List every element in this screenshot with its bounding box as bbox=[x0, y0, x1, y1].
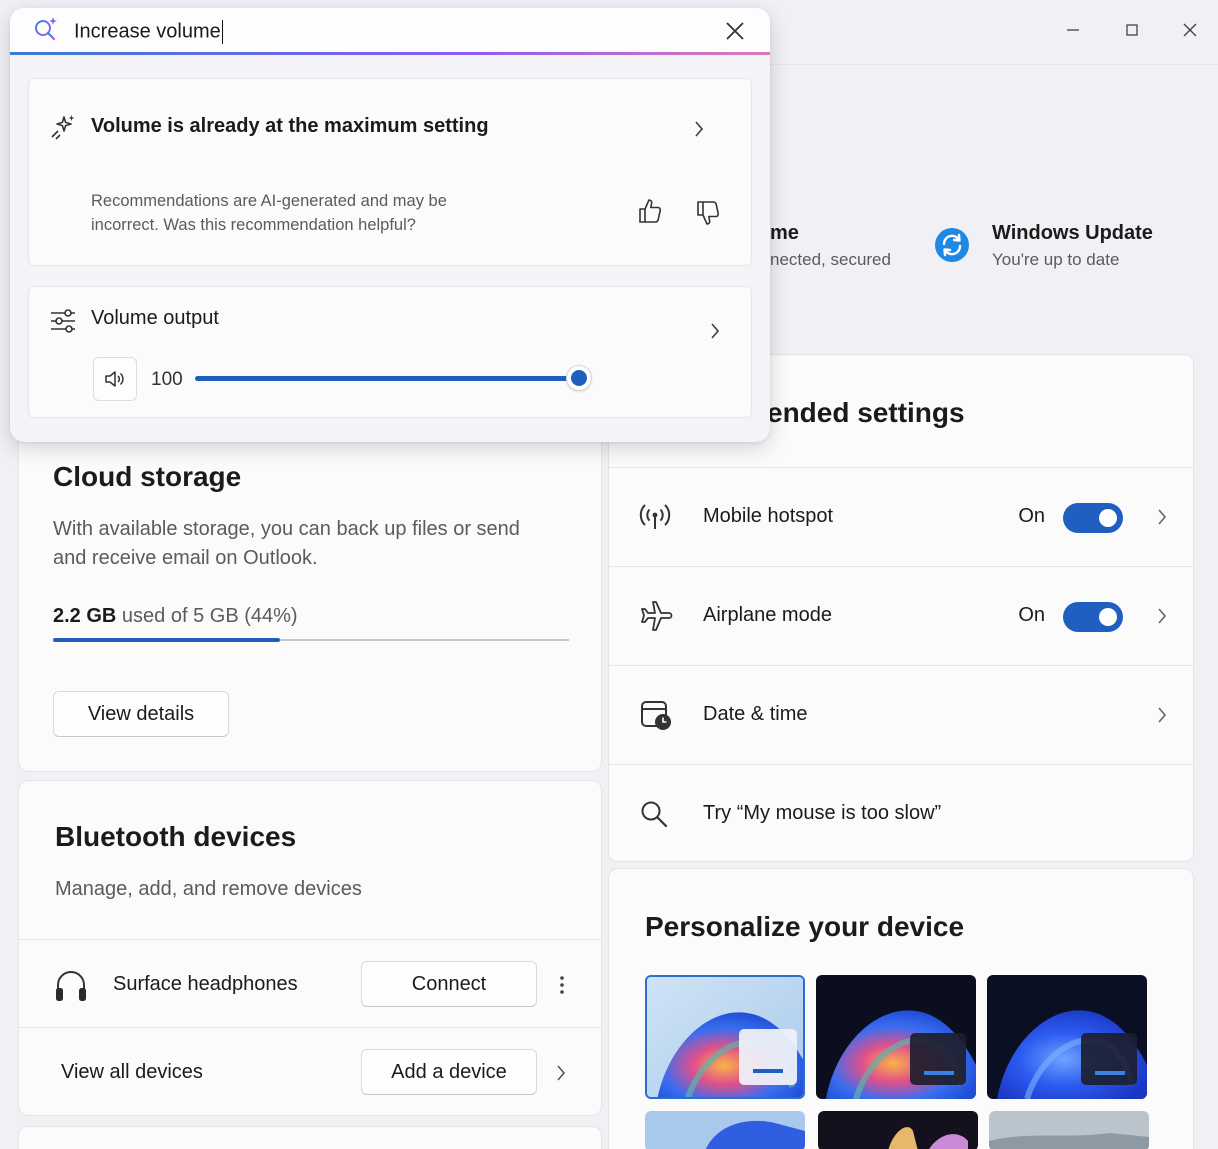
network-status-title: me bbox=[770, 222, 799, 244]
setting-row-airplane-mode[interactable]: Airplane mode On bbox=[609, 566, 1193, 664]
next-card-partial bbox=[18, 1126, 602, 1149]
setting-label: Date & time bbox=[703, 703, 808, 725]
setting-row-search-suggestion[interactable]: Try “My mouse is too slow” bbox=[609, 764, 1193, 861]
more-options-button[interactable] bbox=[553, 971, 571, 999]
mobile-hotspot-toggle[interactable] bbox=[1063, 503, 1123, 533]
personalize-card: Personalize your device bbox=[608, 868, 1194, 1149]
device-name: Surface headphones bbox=[113, 973, 298, 995]
airplane-mode-toggle[interactable] bbox=[1063, 602, 1123, 632]
toggle-state: On bbox=[1018, 505, 1045, 527]
setting-label: Airplane mode bbox=[703, 604, 832, 626]
search-popup: Increase volume Volume is already at the… bbox=[10, 8, 770, 442]
text-cursor bbox=[221, 20, 223, 44]
chevron-right-icon[interactable] bbox=[709, 321, 721, 346]
thumbs-up-icon bbox=[639, 199, 662, 223]
cloud-storage-title: Cloud storage bbox=[53, 461, 242, 492]
thumbs-up-button[interactable] bbox=[637, 197, 665, 227]
sparkle-icon bbox=[49, 113, 77, 141]
view-all-devices-link[interactable]: View all devices bbox=[61, 1061, 203, 1084]
storage-usage-text: 2.2 GB used of 5 GB (44%) bbox=[53, 605, 298, 628]
mute-button[interactable] bbox=[93, 357, 137, 401]
windows-update-sub: You're up to date bbox=[992, 250, 1120, 269]
wallpaper-thumb-5[interactable] bbox=[818, 1111, 978, 1149]
bluetooth-card: Bluetooth devices Manage, add, and remov… bbox=[18, 780, 602, 1116]
wallpaper-thumb-6[interactable] bbox=[989, 1111, 1149, 1149]
chevron-right-icon[interactable] bbox=[1157, 666, 1167, 763]
maximize-icon bbox=[1126, 24, 1138, 36]
search-icon bbox=[639, 765, 669, 861]
setting-row-date-time[interactable]: Date & time bbox=[609, 665, 1193, 763]
ai-recommendation-card[interactable]: Volume is already at the maximum setting… bbox=[28, 78, 752, 266]
thumbs-down-button[interactable] bbox=[695, 199, 723, 229]
clear-search-button[interactable] bbox=[722, 18, 748, 44]
volume-output-label: Volume output bbox=[91, 307, 219, 329]
storage-progress-fill bbox=[53, 638, 280, 642]
storage-used-amount: 2.2 GB bbox=[53, 605, 117, 627]
search-input[interactable]: Increase volume bbox=[74, 20, 223, 44]
headphones-icon bbox=[53, 967, 89, 1003]
setting-label: Mobile hotspot bbox=[703, 505, 834, 527]
setting-row-mobile-hotspot[interactable]: Mobile hotspot On bbox=[609, 467, 1193, 565]
ai-result-title: Volume is already at the maximum setting bbox=[91, 115, 489, 137]
search-bar: Increase volume bbox=[10, 8, 770, 54]
thumbs-down-icon bbox=[697, 201, 720, 225]
wallpaper-thumb-1[interactable] bbox=[645, 975, 805, 1099]
search-accent-underline bbox=[10, 52, 770, 55]
close-icon bbox=[726, 22, 744, 40]
connect-button[interactable]: Connect bbox=[361, 961, 537, 1007]
volume-value: 100 bbox=[151, 369, 183, 390]
volume-slider-thumb[interactable] bbox=[566, 365, 592, 391]
view-details-button[interactable]: View details bbox=[53, 691, 229, 737]
windows-update-icon bbox=[934, 227, 970, 263]
search-query: Increase volume bbox=[74, 20, 221, 43]
bluetooth-divider-2 bbox=[19, 1027, 601, 1028]
hotspot-icon bbox=[639, 468, 671, 565]
toggle-state: On bbox=[1018, 604, 1045, 626]
sliders-icon bbox=[49, 307, 77, 335]
chevron-right-icon[interactable] bbox=[693, 119, 705, 144]
recommended-settings-title: ended settings bbox=[767, 397, 965, 428]
calendar-clock-icon bbox=[639, 666, 673, 763]
bluetooth-title: Bluetooth devices bbox=[55, 821, 297, 852]
cloud-storage-desc: With available storage, you can back up … bbox=[53, 518, 520, 569]
bluetooth-desc: Manage, add, and remove devices bbox=[55, 878, 362, 900]
more-vertical-icon bbox=[560, 976, 564, 994]
wallpaper-thumb-2[interactable] bbox=[816, 975, 976, 1099]
view-all-chevron-icon[interactable] bbox=[555, 1063, 567, 1088]
add-device-button[interactable]: Add a device bbox=[361, 1049, 537, 1095]
network-status-sub: nected, secured bbox=[770, 250, 891, 269]
maximize-button[interactable] bbox=[1114, 14, 1150, 46]
wallpaper-thumb-3[interactable] bbox=[987, 975, 1147, 1099]
close-window-button[interactable] bbox=[1172, 14, 1208, 46]
minimize-button[interactable] bbox=[1055, 14, 1091, 46]
bluetooth-divider bbox=[19, 939, 601, 940]
volume-slider-fill bbox=[195, 376, 579, 381]
personalize-title: Personalize your device bbox=[645, 911, 965, 942]
ai-search-icon bbox=[32, 15, 62, 45]
chevron-right-icon[interactable] bbox=[1157, 468, 1167, 565]
titlebar-divider bbox=[770, 64, 1218, 65]
wallpaper-thumb-4[interactable] bbox=[645, 1111, 805, 1149]
storage-used-rest: used of 5 GB (44%) bbox=[121, 605, 298, 627]
search-suggestion-text: Try “My mouse is too slow” bbox=[703, 802, 942, 824]
speaker-icon bbox=[105, 371, 124, 387]
chevron-right-icon[interactable] bbox=[1157, 567, 1167, 664]
minimize-icon bbox=[1067, 29, 1079, 31]
airplane-icon bbox=[639, 567, 673, 664]
windows-update-title[interactable]: Windows Update bbox=[992, 222, 1153, 245]
close-icon bbox=[1183, 23, 1197, 37]
ai-disclaimer: Recommendations are AI-generated and may… bbox=[91, 192, 447, 234]
volume-output-card[interactable]: Volume output 100 bbox=[28, 286, 752, 418]
